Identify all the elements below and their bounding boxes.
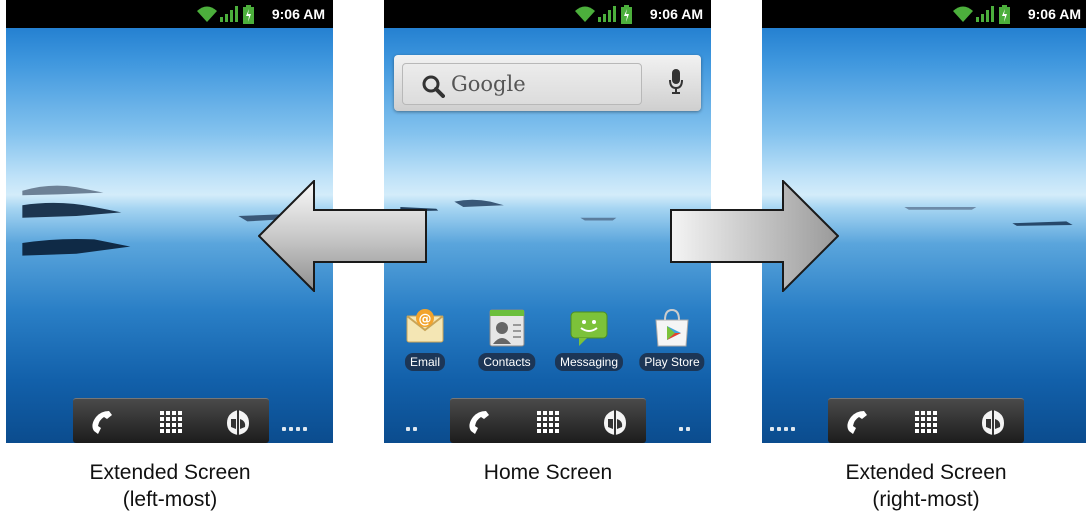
- browser-icon[interactable]: [978, 407, 1008, 437]
- browser-icon[interactable]: [223, 407, 253, 437]
- microphone-icon[interactable]: [669, 69, 683, 95]
- caption-right: Extended Screen (right-most): [776, 459, 1076, 513]
- app-grid-icon[interactable]: [911, 407, 941, 437]
- app-shortcuts: @ Email Contacts Messaging Play Store: [384, 306, 711, 376]
- home-screen[interactable]: 9:06 AM Google @ Email Contacts Messagin…: [384, 0, 711, 443]
- phone-icon[interactable]: [87, 407, 117, 437]
- left-arrow: [258, 180, 427, 292]
- wifi-icon: [575, 6, 595, 22]
- play-store-icon: [655, 308, 689, 347]
- svg-text:@: @: [419, 312, 432, 327]
- page-indicator-dots-right: [679, 418, 693, 431]
- status-time: 9:06 AM: [649, 6, 703, 22]
- battery-charging-icon: [999, 5, 1010, 24]
- search-input[interactable]: Google: [402, 63, 642, 105]
- page-indicator-dots: [282, 418, 310, 431]
- caption-right-title: Extended Screen: [845, 461, 1007, 484]
- battery-charging-icon: [243, 5, 254, 24]
- page-indicator-dots: [770, 418, 798, 431]
- wifi-icon: [197, 6, 217, 22]
- right-arrow: [670, 180, 839, 292]
- caption-home: Home Screen: [398, 459, 698, 486]
- app-grid-icon[interactable]: [533, 407, 563, 437]
- browser-icon[interactable]: [600, 407, 630, 437]
- signal-icon: [220, 6, 238, 22]
- wallpaper-landscape: [400, 199, 617, 221]
- phone-icon[interactable]: [464, 407, 494, 437]
- app-grid-icon[interactable]: [156, 407, 186, 437]
- status-bar: 9:06 AM: [384, 0, 711, 28]
- caption-left: Extended Screen (left-most): [20, 459, 320, 513]
- signal-icon: [598, 6, 616, 22]
- phone-icon[interactable]: [842, 407, 872, 437]
- contacts-icon: [489, 309, 525, 347]
- status-time: 9:06 AM: [271, 6, 325, 22]
- search-placeholder: Google: [451, 72, 526, 96]
- battery-charging-icon: [621, 5, 632, 24]
- app-label-play-store: Play Store: [639, 353, 705, 371]
- status-bar: 9:06 AM: [6, 0, 333, 28]
- app-label-messaging: Messaging: [554, 353, 624, 371]
- google-search-widget[interactable]: Google: [394, 55, 701, 111]
- email-icon: @: [406, 309, 444, 343]
- caption-right-subtitle: (right-most): [872, 488, 980, 511]
- caption-home-title: Home Screen: [483, 461, 613, 484]
- page-indicator-dots-left: [406, 418, 420, 431]
- status-time: 9:06 AM: [1027, 6, 1081, 22]
- dock: [450, 398, 646, 443]
- search-icon: [422, 75, 445, 98]
- dock: [828, 398, 1024, 443]
- caption-left-title: Extended Screen: [89, 461, 251, 484]
- dock: [73, 398, 269, 443]
- wifi-icon: [953, 6, 973, 22]
- app-label-contacts: Contacts: [478, 353, 536, 371]
- messaging-icon: [570, 311, 608, 346]
- caption-left-subtitle: (left-most): [122, 488, 218, 511]
- status-bar: 9:06 AM: [762, 0, 1086, 28]
- signal-icon: [976, 6, 994, 22]
- app-label-email: Email: [404, 353, 446, 371]
